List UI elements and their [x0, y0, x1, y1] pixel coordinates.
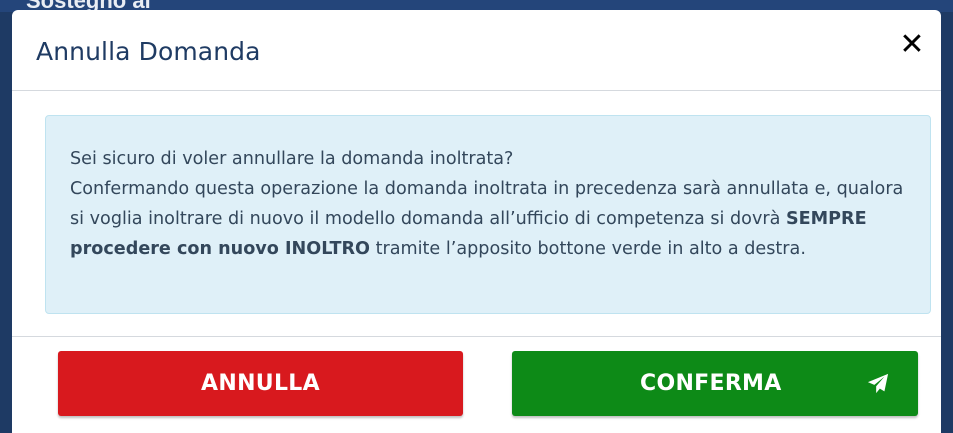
- paper-plane-icon: [867, 373, 889, 394]
- modal-title: Annulla Domanda: [36, 37, 261, 66]
- alert-question: Sei sicuro di voler annullare la domanda…: [70, 149, 514, 169]
- alert-text-end: tramite l’apposito bottone verde in alto…: [370, 239, 806, 259]
- close-icon[interactable]: ✕: [897, 30, 927, 60]
- modal-header: Annulla Domanda ✕: [12, 10, 941, 91]
- alert-explanation: Confermando questa operazione la domanda…: [70, 174, 906, 264]
- annulla-button[interactable]: ANNULLA: [58, 351, 463, 416]
- conferma-button[interactable]: CONFERMA: [512, 351, 918, 416]
- modal-footer: ANNULLA CONFERMA: [12, 337, 941, 433]
- conferma-label: CONFERMA: [640, 371, 782, 396]
- alert-text-start: Confermando questa operazione la domanda…: [70, 179, 904, 229]
- modal-body: Sei sicuro di voler annullare la domanda…: [12, 91, 941, 337]
- annulla-domanda-dialog: Annulla Domanda ✕ Sei sicuro di voler an…: [12, 10, 941, 433]
- info-alert: Sei sicuro di voler annullare la domanda…: [45, 115, 931, 314]
